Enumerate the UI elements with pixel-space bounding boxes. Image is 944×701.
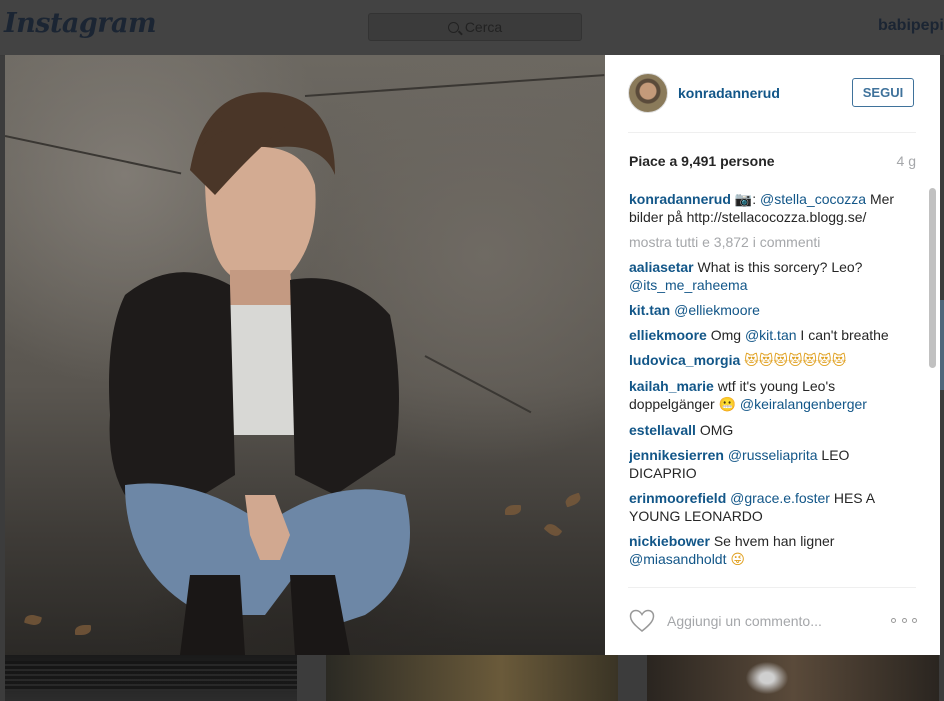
comment-item: estellavall OMG <box>629 421 919 439</box>
divider <box>628 132 916 133</box>
profile-username-link[interactable]: babipepi <box>878 17 944 35</box>
comment-username[interactable]: kailah_marie <box>629 378 714 394</box>
comment-emoji: 😻😻😻😻😻😻😻 <box>744 353 847 369</box>
comment-username[interactable]: konradannerud <box>629 191 731 207</box>
mention-link[interactable]: @grace.e.foster <box>730 490 830 506</box>
comment-item: erinmoorefield @grace.e.foster HES A YOU… <box>629 489 919 525</box>
follow-button[interactable]: SEGUI <box>852 78 914 107</box>
comment-username[interactable]: kit.tan <box>629 302 670 318</box>
comment-item: ludovica_morgia 😻😻😻😻😻😻😻 <box>629 351 919 370</box>
comment-item: kit.tan @elliekmoore <box>629 301 919 319</box>
comment-text: Se hvem han ligner <box>713 533 835 549</box>
comment-item: kailah_marie wtf it's young Leo's doppel… <box>629 377 919 414</box>
search-icon <box>447 21 459 33</box>
comment-emoji: 😬 <box>718 397 736 413</box>
mention-link[interactable]: @kit.tan <box>745 327 797 343</box>
post-age[interactable]: 4 g <box>897 153 916 169</box>
search-box[interactable]: Cerca <box>368 13 582 41</box>
caption: konradannerud 📷: @stella_cocozza Mer bil… <box>629 190 919 226</box>
like-button[interactable] <box>629 609 655 633</box>
grid-thumbnail[interactable] <box>647 655 939 701</box>
grid-thumbnail[interactable] <box>326 655 618 701</box>
comment-username[interactable]: jennikesierren <box>629 447 724 463</box>
more-options-icon <box>891 617 896 623</box>
more-options-icon <box>912 617 917 623</box>
comment-item: nickiebower Se hvem han ligner @miasandh… <box>629 532 919 569</box>
add-comment-input[interactable] <box>667 610 877 632</box>
more-options-button[interactable] <box>891 611 917 629</box>
likes-count[interactable]: Piace a 9,491 persone <box>629 153 775 169</box>
mention-link[interactable]: @elliekmoore <box>674 302 760 318</box>
post-photo[interactable] <box>5 55 605 655</box>
comment-username[interactable]: elliekmoore <box>629 327 707 343</box>
comment-username[interactable]: estellavall <box>629 422 696 438</box>
comment-username[interactable]: nickiebower <box>629 533 710 549</box>
mention-link[interactable]: @miasandholdt <box>629 551 727 567</box>
person-figure <box>109 92 410 655</box>
mention-link[interactable]: @stella_cocozza <box>760 191 866 207</box>
mention-link[interactable]: @its_me_raheema <box>629 277 748 293</box>
post-detail-panel: konradannerud SEGUI Piace a 9,491 person… <box>605 55 940 655</box>
search-placeholder: Cerca <box>464 19 503 35</box>
comment-text: OMG <box>699 422 734 438</box>
mention-link[interactable]: @keiralangenberger <box>740 396 867 412</box>
author-avatar[interactable] <box>628 73 668 113</box>
comment-item: aaliasetar What is this sorcery? Leo? @i… <box>629 258 919 294</box>
comment-text: What is this sorcery? Leo? <box>697 259 863 275</box>
comment-item: elliekmoore Omg @kit.tan I can't breathe <box>629 326 919 344</box>
scroll-indicator <box>940 300 944 390</box>
comment-username[interactable]: ludovica_morgia <box>629 352 740 368</box>
comment-item: jennikesierren @russeliaprita LEO DICAPR… <box>629 446 919 482</box>
grid-thumbnail[interactable] <box>5 655 297 701</box>
author-username[interactable]: konradannerud <box>678 85 780 101</box>
top-navigation-bar: Instagram Cerca babipepi <box>0 0 944 56</box>
comment-text: I can't breathe <box>800 327 889 343</box>
more-options-icon <box>901 617 907 623</box>
comment-text: Omg <box>710 327 742 343</box>
comments-list: konradannerud 📷: @stella_cocozza Mer bil… <box>629 190 919 587</box>
heart-icon <box>629 609 655 632</box>
post-header: konradannerud SEGUI <box>605 55 940 133</box>
divider <box>628 587 916 588</box>
comment-username[interactable]: erinmoorefield <box>629 490 726 506</box>
comment-username[interactable]: aaliasetar <box>629 259 694 275</box>
caption-colon: : <box>752 191 757 207</box>
camera-emoji: 📷 <box>734 191 753 207</box>
load-more-comments[interactable]: mostra tutti e 3,872 i commenti <box>629 233 919 251</box>
comments-scrollbar[interactable] <box>929 188 936 368</box>
instagram-logo[interactable]: Instagram <box>4 8 157 39</box>
comment-emoji: 😜 <box>730 552 745 568</box>
mention-link[interactable]: @russeliaprita <box>728 447 818 463</box>
